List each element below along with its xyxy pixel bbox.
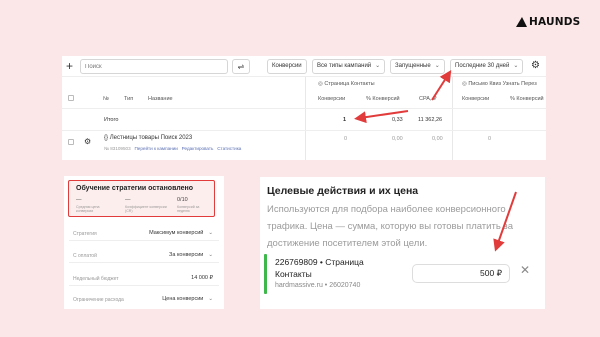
arrow-to-date-range [431, 69, 452, 101]
arrow-to-conversions [354, 110, 409, 124]
arrow-to-price [493, 191, 517, 252]
annotation-arrows [354, 69, 517, 252]
